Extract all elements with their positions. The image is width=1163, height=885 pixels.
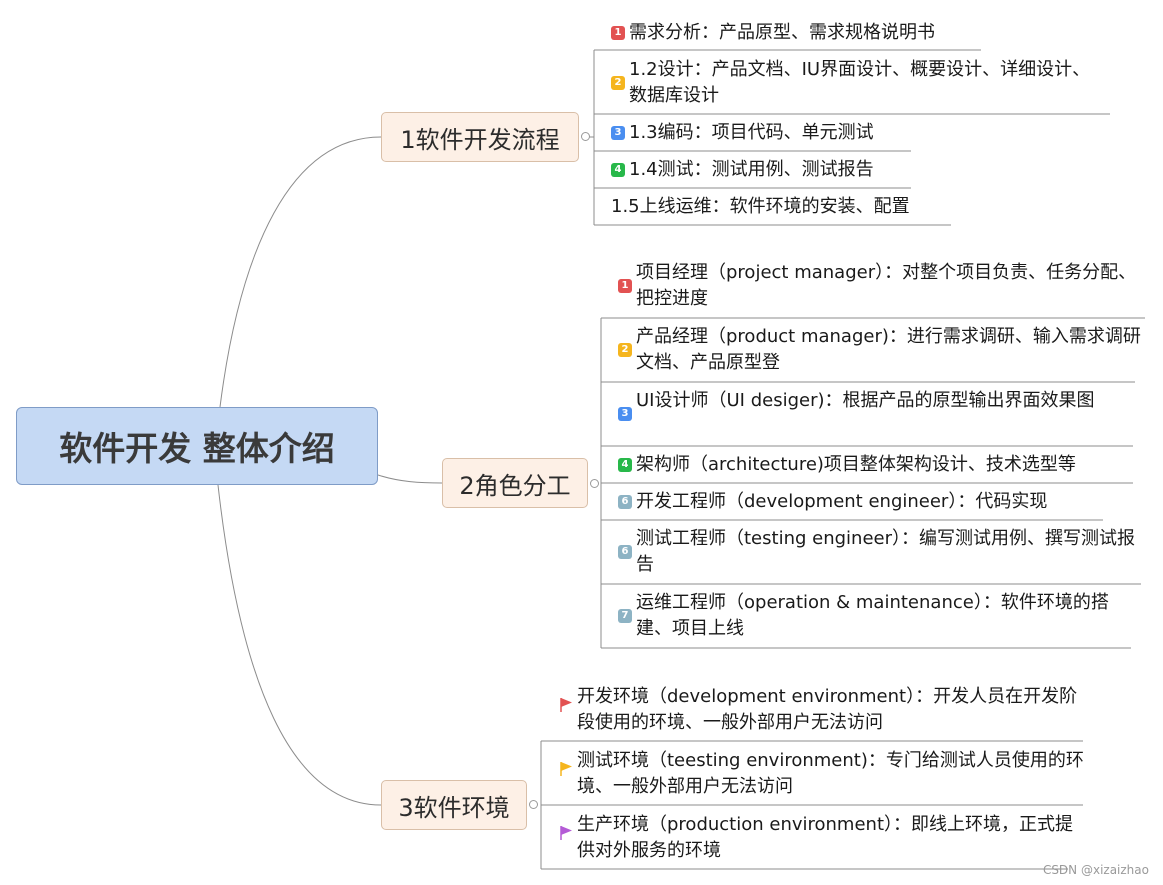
process-step-design[interactable]: 2 1.2设计：产品文档、IU界面设计、概要设计、详细设计、数据库设计 (611, 57, 1106, 109)
root-topic-label: 软件开发 整体介绍 (59, 429, 335, 468)
watermark: CSDN @xizaizhao (1042, 863, 1149, 877)
root-branch-curve (217, 484, 382, 806)
flag-shape (561, 762, 572, 771)
priority-1-icon: 1 (611, 26, 625, 40)
priority-3-icon: 3 (611, 126, 625, 140)
branch-topic-environment[interactable]: 3软件环境 (381, 780, 527, 830)
role-development-engineer[interactable]: 6 开发工程师（development engineer）：代码实现 (618, 489, 1098, 515)
priority-7-icon: 7 (618, 609, 632, 623)
role-ui-designer[interactable]: 3 UI设计师（UI desiger)：根据产品的原型输出界面效果图 (618, 388, 1143, 421)
priority-4-icon: 4 (611, 163, 625, 177)
environment-production[interactable]: 生产环境（production environment）：即线上环境，正式提供对… (559, 812, 1084, 864)
collapse-toggle-icon[interactable] (590, 479, 599, 488)
role-operations-engineer[interactable]: 7 运维工程师（operation & maintenance）：软件环境的搭建… (618, 590, 1143, 642)
process-step-coding[interactable]: 3 1.3编码：项目代码、单元测试 (611, 120, 911, 146)
root-branch-curve (219, 136, 382, 408)
priority-2-icon: 2 (611, 76, 625, 90)
process-step-operations[interactable]: 1.5上线运维：软件环境的安装、配置 (611, 194, 951, 220)
process-step-requirements[interactable]: 1 需求分析：产品原型、需求规格说明书 (611, 20, 981, 46)
environment-testing[interactable]: 测试环境（teesting environment)：专门给测试人员使用的环境、… (559, 748, 1084, 800)
purple-flag-icon (559, 825, 573, 841)
branch-topic-process[interactable]: 1软件开发流程 (381, 112, 579, 162)
branch-topic-roles[interactable]: 2角色分工 (442, 458, 588, 508)
branch-label: 3软件环境 (398, 793, 510, 822)
process-step-testing[interactable]: 4 1.4测试：测试用例、测试报告 (611, 157, 911, 183)
priority-6-icon: 6 (618, 545, 632, 559)
branch-label: 2角色分工 (459, 471, 571, 500)
yellow-flag-icon (559, 761, 573, 777)
flag-shape (561, 826, 572, 835)
priority-4-icon: 4 (618, 458, 632, 472)
collapse-toggle-icon[interactable] (529, 800, 538, 809)
role-architect[interactable]: 4 架构师（architecture)项目整体架构设计、技术选型等 (618, 452, 1143, 478)
priority-3-icon: 3 (618, 407, 632, 421)
priority-6-icon: 6 (618, 495, 632, 509)
priority-2-icon: 2 (618, 343, 632, 357)
role-product-manager[interactable]: 2 产品经理（product manager)：进行需求调研、输入需求调研文档、… (618, 324, 1143, 376)
role-testing-engineer[interactable]: 6 测试工程师（testing engineer）：编写测试用例、撰写测试报告 (618, 526, 1143, 578)
branch-label: 1软件开发流程 (400, 125, 560, 154)
root-branch-curve (377, 474, 443, 484)
collapse-toggle-icon[interactable] (581, 132, 590, 141)
root-topic[interactable]: 软件开发 整体介绍 (16, 407, 378, 485)
red-flag-icon (559, 697, 573, 713)
role-project-manager[interactable]: 1 项目经理（project manager）：对整个项目负责、任务分配、把控进… (618, 260, 1143, 312)
environment-development[interactable]: 开发环境（development environment）：开发人员在开发阶段使… (559, 684, 1084, 736)
flag-shape (561, 698, 572, 707)
priority-1-icon: 1 (618, 279, 632, 293)
